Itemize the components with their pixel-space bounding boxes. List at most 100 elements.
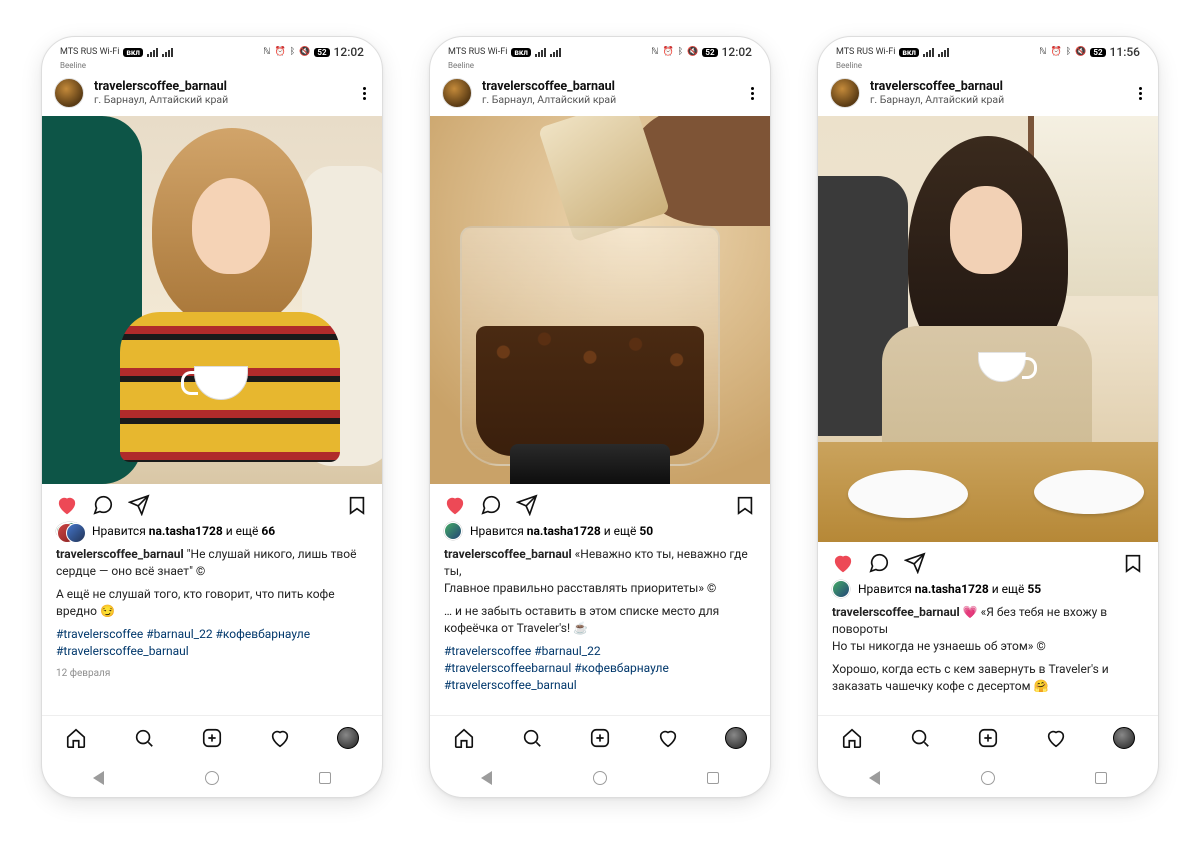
- add-post-icon[interactable]: [589, 727, 611, 749]
- search-icon[interactable]: [909, 727, 931, 749]
- hashtags[interactable]: #travelerscoffee #barnaul_22: [444, 644, 601, 658]
- share-icon[interactable]: [128, 494, 150, 516]
- post-header[interactable]: travelerscoffee_barnaul г. Барнаул, Алта…: [42, 70, 382, 116]
- activity-icon[interactable]: [1045, 727, 1067, 749]
- status-bar: MTS RUS Wi-Fi вкл ℕ ⏰ ᛒ 🔇 52 12:02: [430, 37, 770, 63]
- post-actions: [818, 542, 1158, 578]
- likes-row[interactable]: Нравится na.tasha1728 и ещё 55: [818, 578, 1158, 600]
- sub-carrier-label: Beeline: [818, 61, 1158, 70]
- comment-icon[interactable]: [868, 552, 890, 574]
- system-nav: [430, 759, 770, 797]
- bluetooth-icon: ᛒ: [1066, 47, 1071, 57]
- liker-name[interactable]: na.tasha1728: [527, 524, 601, 538]
- search-icon[interactable]: [521, 727, 543, 749]
- instagram-nav: [818, 715, 1158, 759]
- caption-author[interactable]: travelerscoffee_barnaul: [832, 605, 960, 619]
- activity-icon[interactable]: [657, 727, 679, 749]
- carrier-label: MTS RUS Wi-Fi: [836, 47, 895, 57]
- recents-icon[interactable]: [704, 769, 722, 787]
- likers-avatars-icon: [832, 580, 850, 598]
- home-circle-icon[interactable]: [203, 769, 221, 787]
- hashtags[interactable]: #travelerscoffee_barnaul: [56, 644, 189, 658]
- back-icon[interactable]: [478, 769, 496, 787]
- clock-label: 11:56: [1110, 45, 1140, 59]
- likes-count[interactable]: 55: [1027, 582, 1041, 596]
- more-options-icon[interactable]: [747, 83, 758, 104]
- share-icon[interactable]: [904, 552, 926, 574]
- search-icon[interactable]: [133, 727, 155, 749]
- home-icon[interactable]: [841, 727, 863, 749]
- signal-icon: [923, 48, 934, 57]
- system-nav: [42, 759, 382, 797]
- activity-icon[interactable]: [269, 727, 291, 749]
- post-location[interactable]: г. Барнаул, Алтайский край: [870, 94, 1125, 106]
- home-circle-icon[interactable]: [979, 769, 997, 787]
- post-username[interactable]: travelerscoffee_barnaul: [94, 80, 349, 94]
- post-username[interactable]: travelerscoffee_barnaul: [482, 80, 737, 94]
- likes-count[interactable]: 50: [639, 524, 653, 538]
- instagram-nav: [430, 715, 770, 759]
- liker-name[interactable]: na.tasha1728: [149, 524, 223, 538]
- bookmark-icon[interactable]: [1122, 552, 1144, 574]
- recents-icon[interactable]: [316, 769, 334, 787]
- post-photo[interactable]: [42, 116, 382, 484]
- more-options-icon[interactable]: [359, 83, 370, 104]
- clock-label: 12:02: [334, 45, 364, 59]
- phone-2: MTS RUS Wi-Fi вкл ℕ ⏰ ᛒ 🔇 52 12:02 Beeli…: [429, 36, 771, 798]
- add-post-icon[interactable]: [977, 727, 999, 749]
- signal-icon: [162, 48, 173, 57]
- avatar[interactable]: [54, 78, 84, 108]
- mute-icon: 🔇: [687, 47, 698, 57]
- nfc-icon: ℕ: [1039, 47, 1046, 57]
- carrier-label: MTS RUS Wi-Fi: [448, 47, 507, 57]
- post-username[interactable]: travelerscoffee_barnaul: [870, 80, 1125, 94]
- post-location[interactable]: г. Барнаул, Алтайский край: [482, 94, 737, 106]
- like-icon[interactable]: [832, 552, 854, 574]
- share-icon[interactable]: [516, 494, 538, 516]
- sub-carrier-label: Beeline: [430, 61, 770, 70]
- likes-row[interactable]: Нравится na.tasha1728 и ещё 66: [42, 520, 382, 542]
- home-circle-icon[interactable]: [591, 769, 609, 787]
- post-header[interactable]: travelerscoffee_barnaul г. Барнаул, Алта…: [430, 70, 770, 116]
- hashtags[interactable]: #travelerscoffeebarnaul #кофевбарнауле: [444, 661, 669, 675]
- caption-author[interactable]: travelerscoffee_barnaul: [444, 547, 572, 561]
- caption-author[interactable]: travelerscoffee_barnaul: [56, 547, 184, 561]
- add-post-icon[interactable]: [201, 727, 223, 749]
- home-icon[interactable]: [453, 727, 475, 749]
- comment-icon[interactable]: [480, 494, 502, 516]
- battery-icon: 52: [314, 48, 329, 57]
- liker-name[interactable]: na.tasha1728: [915, 582, 989, 596]
- post-actions: [430, 484, 770, 520]
- home-icon[interactable]: [65, 727, 87, 749]
- post-photo[interactable]: [430, 116, 770, 484]
- post-header[interactable]: travelerscoffee_barnaul г. Барнаул, Алта…: [818, 70, 1158, 116]
- caption-text: Но ты никогда не узнаешь об этом» ©: [832, 639, 1046, 653]
- profile-icon[interactable]: [1113, 727, 1135, 749]
- likers-avatars-icon: [444, 522, 462, 540]
- post-actions: [42, 484, 382, 520]
- more-options-icon[interactable]: [1135, 83, 1146, 104]
- like-icon[interactable]: [56, 494, 78, 516]
- mute-icon: 🔇: [299, 47, 310, 57]
- likers-avatars-icon: [56, 522, 84, 540]
- bookmark-icon[interactable]: [346, 494, 368, 516]
- back-icon[interactable]: [866, 769, 884, 787]
- profile-icon[interactable]: [725, 727, 747, 749]
- bookmark-icon[interactable]: [734, 494, 756, 516]
- status-bar: MTS RUS Wi-Fi вкл ℕ ⏰ ᛒ 🔇 52 11:56: [818, 37, 1158, 63]
- profile-icon[interactable]: [337, 727, 359, 749]
- likes-row[interactable]: Нравится na.tasha1728 и ещё 50: [430, 520, 770, 542]
- avatar[interactable]: [442, 78, 472, 108]
- post-location[interactable]: г. Барнаул, Алтайский край: [94, 94, 349, 106]
- comment-icon[interactable]: [92, 494, 114, 516]
- post-photo[interactable]: [818, 116, 1158, 542]
- back-icon[interactable]: [90, 769, 108, 787]
- avatar[interactable]: [830, 78, 860, 108]
- phone-1: MTS RUS Wi-Fi вкл ℕ ⏰ ᛒ 🔇 52 12:02 Beeli…: [41, 36, 383, 798]
- likes-count[interactable]: 66: [261, 524, 275, 538]
- hashtags[interactable]: #travelerscoffee_barnaul: [444, 678, 577, 692]
- like-icon[interactable]: [444, 494, 466, 516]
- hashtags[interactable]: #travelerscoffee #barnaul_22 #кофевбарна…: [56, 627, 310, 641]
- recents-icon[interactable]: [1092, 769, 1110, 787]
- caption-text: А ещё не слушай того, кто говорит, что п…: [56, 586, 368, 620]
